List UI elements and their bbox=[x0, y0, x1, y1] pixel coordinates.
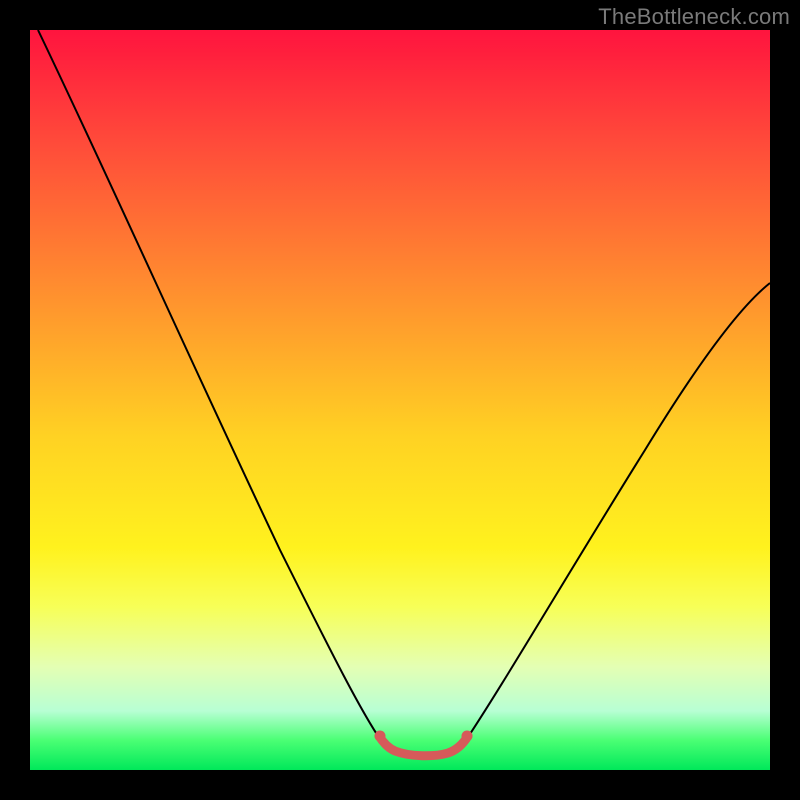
optimal-zone-marker bbox=[379, 736, 468, 756]
optimal-zone-endpoint-right bbox=[462, 731, 473, 742]
curve-left bbox=[38, 30, 385, 746]
watermark-text: TheBottleneck.com bbox=[598, 4, 790, 30]
chart-frame: TheBottleneck.com bbox=[0, 0, 800, 800]
chart-svg bbox=[30, 30, 770, 770]
optimal-zone-endpoint-left bbox=[375, 731, 386, 742]
curve-right bbox=[462, 283, 770, 746]
